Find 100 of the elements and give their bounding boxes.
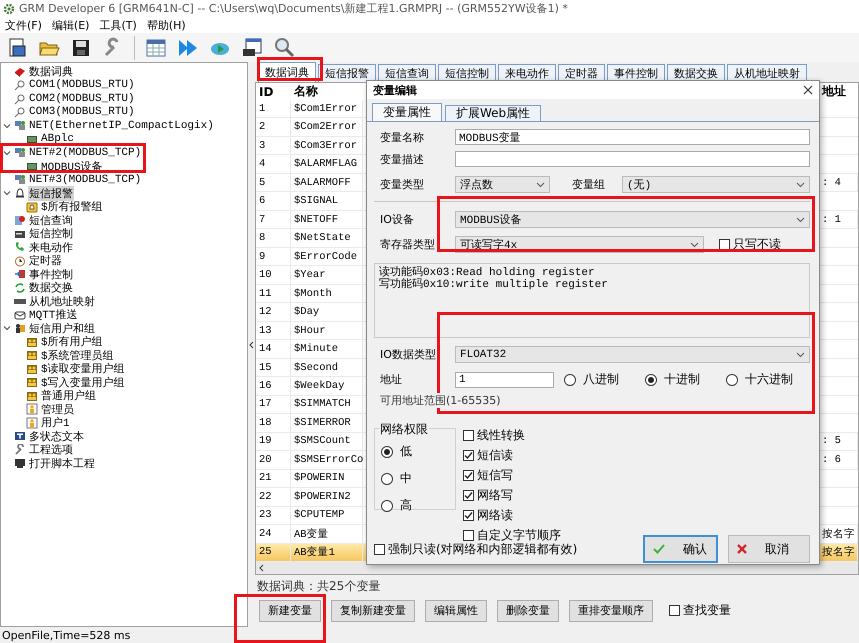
confirm-button[interactable]: 确认 [643,535,718,563]
tree-item[interactable]: 工程选项 [28,442,74,458]
menu-item[interactable]: 帮助(H) [146,18,186,32]
tree-item[interactable]: COM3(MODBUS_RTU) [28,106,136,118]
tree-item[interactable]: COM2(MODBUS_RTU) [28,92,136,105]
tree-item[interactable]: COM1(MODBUS_RTU) [28,79,136,92]
column-header[interactable]: 名称 [291,83,363,100]
tree-item[interactable]: 管理员 [40,402,75,417]
action-button[interactable]: 新建变量 [259,600,321,622]
table-cell: 17 [256,396,291,414]
find-checkbox[interactable]: 查找变量 [669,602,731,619]
tab[interactable]: 扩展Web属性 [445,105,542,121]
users-icon [26,336,38,348]
chevron-left-icon[interactable] [249,340,254,348]
search-icon[interactable] [273,36,295,58]
field-label: 变量组 [571,177,606,192]
table-cell: 7 [256,210,291,228]
table-cell: 13 [256,322,291,340]
column-header[interactable]: 地址 [819,83,858,100]
cancel-button[interactable]: 取消 [728,535,810,563]
checkbox[interactable]: 只写不读 [719,236,781,253]
highlight-frame [257,57,323,81]
tree-item[interactable]: NET(EthernetIP_CompactLogix) [28,120,215,132]
tree-item[interactable]: $写入变量用户组 [40,374,126,390]
dropdown[interactable]: MODBUS设备 [455,211,810,228]
radio-button[interactable]: 八进制 [564,371,619,388]
table-cell: 16 [256,377,291,395]
tree-item[interactable]: 短信查询 [28,212,74,228]
table-cell: $SMSErrorCo [291,451,363,469]
tab[interactable]: 变量属性 [372,103,442,121]
table-cell: 15 [256,358,291,376]
field-label: 寄存器类型 [379,237,436,252]
table-cell: $Com3Error [291,136,363,154]
menu-item[interactable]: 文件(F) [5,18,42,32]
tree-item[interactable]: MQTT推送 [28,307,78,322]
tree-item[interactable]: 数据词典 [28,64,74,80]
action-button[interactable]: 编辑属性 [425,600,487,622]
action-button[interactable]: 删除变量 [497,600,559,622]
text-field[interactable] [455,151,810,167]
checkbox[interactable]: 网络写 [463,487,561,504]
tree-item[interactable]: NET#2(MODBUS_TCP) [28,146,142,159]
chevron-icon[interactable] [3,324,11,332]
table-cell: 9 [256,248,291,266]
menu-item[interactable]: 工具(T) [99,18,137,32]
users-icon [26,376,38,388]
tree-item[interactable]: 短信报警 [28,186,74,201]
checkbox[interactable]: 短信写 [463,467,561,484]
tree-item[interactable]: 从机地址映射 [28,294,96,309]
chevron-down-icon [536,182,545,188]
radio-button[interactable]: 十六进制 [726,371,793,388]
form-icon[interactable] [241,36,263,58]
tree-item[interactable]: $系统管理员组 [40,348,115,363]
table-cell: 2 [256,118,291,136]
info-text-area[interactable]: 读功能码0x03:Read holding register 写功能码0x10:write multiple register [374,263,810,338]
chip-icon [26,133,38,146]
tree-item[interactable]: 事件控制 [28,266,74,282]
checkbox[interactable]: 网络读 [463,507,561,524]
radio-button[interactable]: 十进制 [645,371,700,388]
tree-item[interactable]: 来电动作 [28,240,74,255]
column-header[interactable]: ID [256,83,291,100]
tab[interactable]: 短信报警 [318,64,376,82]
close-icon[interactable] [803,85,813,95]
tree-item[interactable]: 打开脚本工程 [28,456,96,471]
tree-item[interactable]: $所有报警组 [40,199,104,214]
radio-button[interactable]: 中 [381,470,455,487]
text-field[interactable]: 1 [455,372,554,388]
table-cell: $NETOFF [291,210,363,228]
users-icon [26,349,38,362]
tree-item[interactable]: 普通用户组 [40,388,97,404]
chevron-icon[interactable] [3,148,11,157]
tree-item[interactable]: ABplc [40,133,76,146]
tree-item[interactable]: 用户1 [40,415,71,430]
tree-item[interactable]: $所有用户组 [40,334,104,350]
checkbox[interactable]: 短信读 [463,447,561,464]
dropdown[interactable]: 浮点数 [455,176,550,193]
tree-item[interactable]: 数据交换 [28,280,74,296]
dropdown[interactable]: FLOAT32 [455,346,810,363]
radio-button[interactable]: 高 [381,497,455,514]
grid-icon[interactable] [145,36,167,58]
tree-item[interactable]: 短信控制 [28,226,74,242]
tree-item[interactable]: 短信用户和组 [28,320,96,336]
table-cell: 1 [256,100,291,118]
chip-icon [26,160,38,172]
checkbox[interactable]: 线性转换 [463,427,561,444]
tree-item[interactable]: 定时器 [28,253,63,268]
radio-button[interactable]: 低 [381,443,455,460]
bell-icon [14,187,26,200]
group-title: 网络权限 [379,421,429,438]
action-button[interactable]: 重排变量顺序 [569,600,653,622]
tree-item[interactable]: $读取变量用户组 [40,361,126,376]
tree-item[interactable]: 多状态文本 [28,428,85,444]
table-cell: $WeekDay [291,377,363,395]
dropdown[interactable]: (无) [622,176,810,193]
chevron-icon[interactable] [3,189,11,198]
tree-item[interactable]: NET#3(MODBUS_TCP) [28,174,142,186]
menu-item[interactable]: 编辑(E) [52,18,90,32]
text-field[interactable]: MODBUS变量 [455,129,810,145]
action-button[interactable]: 复制新建变量 [331,600,415,622]
chevron-icon[interactable] [3,122,11,130]
table-cell: 14 [256,340,291,358]
